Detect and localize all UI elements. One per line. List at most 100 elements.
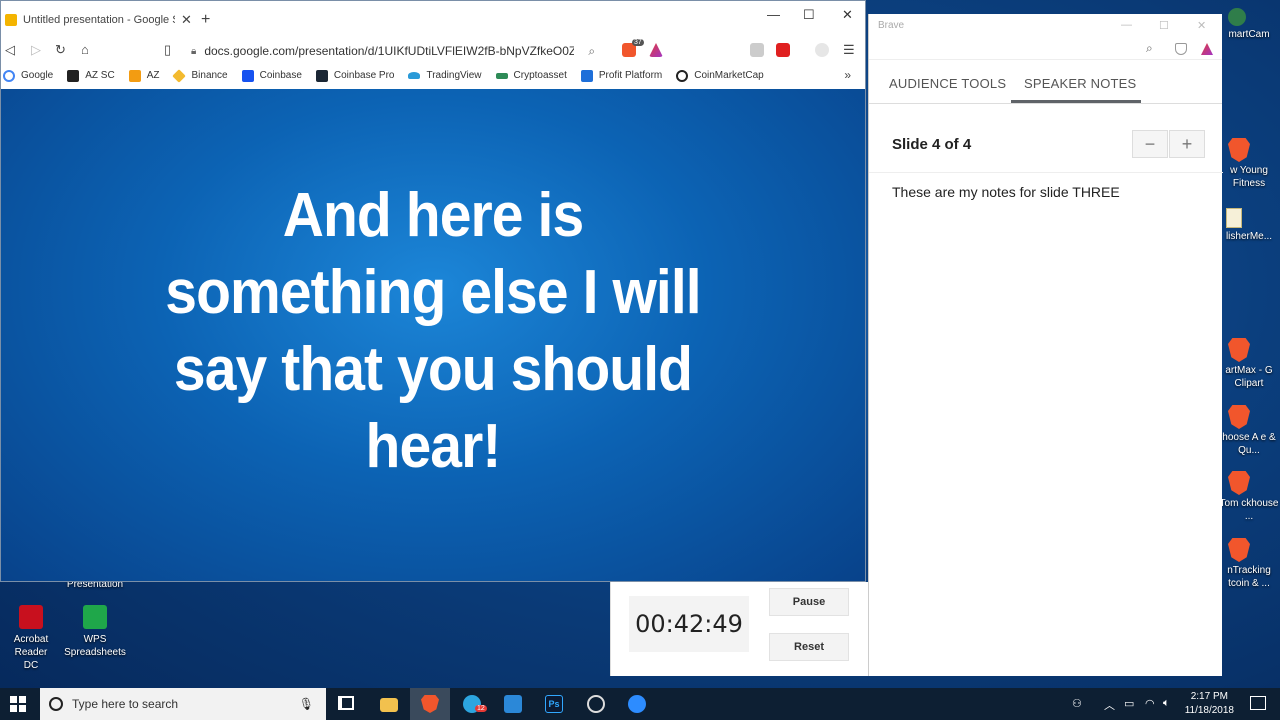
windows-start-icon[interactable] <box>10 696 26 712</box>
app-icon[interactable] <box>504 695 522 713</box>
close-tab-icon[interactable]: ✕ <box>181 12 192 28</box>
amazon-icon <box>67 69 80 82</box>
file-explorer-icon[interactable] <box>380 698 398 712</box>
desktop-icon-choose[interactable]: hoose A e & Qu... <box>1218 405 1280 457</box>
bookmarks-bar: Google AZ SC AZ Binance Coinbase Coinbas… <box>1 63 865 88</box>
desktop-icon-wps[interactable]: WPS Spreadsheets <box>60 605 130 659</box>
slide-count: Slide 4 of 4 <box>892 136 972 153</box>
show-hidden-icons-icon[interactable]: ︿ <box>1104 697 1115 713</box>
youtube-extension-icon[interactable] <box>776 43 790 57</box>
bookmark-coinmarketcap[interactable]: CoinMarketCap <box>676 69 764 82</box>
tab-audience-tools[interactable]: AUDIENCE TOOLS <box>889 76 1006 91</box>
bookmark-profit-platform[interactable]: Profit Platform <box>580 69 662 82</box>
brave-rewards-icon[interactable] <box>1201 43 1213 55</box>
address-bar-row: ◁ ▷ ↻ ⌂ ▯ 🔒︎ docs.google.com/presentatio… <box>1 39 865 63</box>
home-icon[interactable]: ⌂ <box>81 42 89 57</box>
brave-icon <box>1228 338 1250 362</box>
back-icon[interactable]: ◁ <box>5 42 15 58</box>
zoom-app-icon[interactable] <box>628 695 646 713</box>
decrease-font-button[interactable]: − <box>1132 130 1168 158</box>
elapsed-timer: 00:42:49 <box>629 596 749 652</box>
tab-speaker-notes[interactable]: SPEAKER NOTES <box>1024 76 1136 91</box>
reset-button[interactable]: Reset <box>769 633 849 661</box>
obs-icon[interactable] <box>587 695 605 713</box>
speaker-notes-window: Brave — ☐ ✕ ⌕ AUDIENCE TOOLS SPEAKER NOT… <box>868 14 1223 676</box>
maximize-icon[interactable]: ☐ <box>1159 19 1169 32</box>
notifications-icon[interactable] <box>1250 696 1266 710</box>
slide-text: And here is something else I will say th… <box>165 180 701 481</box>
bookmarks-more-icon[interactable]: » <box>844 68 851 82</box>
google-icon <box>3 69 15 82</box>
bookmark-az[interactable]: AZ <box>128 69 159 82</box>
presentation-slide[interactable]: And here is something else I will say th… <box>1 89 865 581</box>
slides-favicon-icon <box>5 14 17 26</box>
taskbar-search-input[interactable]: Type here to search 🎙︎ <box>40 688 326 720</box>
brave-icon <box>1228 538 1250 562</box>
desktop-icon-tracking[interactable]: nTracking tcoin & ... <box>1218 538 1280 590</box>
close-window-icon[interactable]: ✕ <box>1197 19 1206 32</box>
webcam-icon <box>1228 8 1246 26</box>
bookmark-cryptoasset[interactable]: Cryptoasset <box>495 70 567 81</box>
spreadsheet-icon <box>83 605 107 629</box>
bookmark-coinbase-pro[interactable]: Coinbase Pro <box>315 69 394 82</box>
lock-icon: 🔒︎ <box>191 45 197 57</box>
zoom-icon[interactable]: ⌕ <box>588 44 595 59</box>
desktop-icons-right: martCam w Young Fitness lisherMe... artM… <box>1218 0 1280 688</box>
notes-window-title: Brave — ☐ ✕ <box>878 19 1207 32</box>
desktop-icon-publisher[interactable]: lisherMe... <box>1218 208 1280 243</box>
tradingview-icon <box>408 72 421 79</box>
minimize-icon[interactable]: — <box>1121 19 1132 31</box>
brave-icon <box>1228 138 1250 162</box>
active-tab-indicator <box>1011 100 1141 103</box>
wifi-icon[interactable]: ◠ <box>1145 697 1155 710</box>
speaker-notes-text: These are my notes for slide THREE <box>892 184 1120 200</box>
taskbar-clock[interactable]: 2:17 PM 11/18/2018 <box>1185 690 1234 718</box>
binance-icon <box>172 68 187 83</box>
bookmark-binance[interactable]: Binance <box>172 68 228 83</box>
zoom-icon[interactable]: ⌕ <box>1146 41 1153 56</box>
task-view-icon[interactable] <box>338 696 354 710</box>
notes-divider <box>869 172 1223 173</box>
desktop-icon-acrobat[interactable]: Acrobat Reader DC <box>0 605 66 672</box>
url-input[interactable]: 🔒︎ docs.google.com/presentation/d/1UIKfU… <box>191 39 669 63</box>
tab-bar: Untitled presentation - Google Slides ✕ … <box>1 1 865 39</box>
brave-icon <box>1228 405 1250 429</box>
brave-shield-icon[interactable] <box>1175 43 1187 55</box>
pause-button[interactable]: Pause <box>769 588 849 616</box>
desktop-icon-tom[interactable]: Tom ckhouse ... <box>1218 471 1280 523</box>
coinbase-icon <box>241 69 254 82</box>
notes-address-bar[interactable]: ⌕ <box>869 38 1222 60</box>
bookmark-tradingview[interactable]: TradingView <box>408 70 482 81</box>
new-tab-icon[interactable]: + <box>201 11 210 29</box>
document-icon <box>1226 208 1242 228</box>
notes-tabs: AUDIENCE TOOLS SPEAKER NOTES <box>869 60 1222 104</box>
cryptoasset-icon <box>495 72 508 79</box>
bookmark-icon[interactable]: ▯ <box>164 42 171 58</box>
menu-icon[interactable]: ☰ <box>843 42 855 58</box>
presenter-timer-panel: 00:42:49 Pause Reset <box>610 582 868 676</box>
tab-presentation[interactable]: Untitled presentation - Google Slides ✕ <box>1 5 197 35</box>
browser-window: Untitled presentation - Google Slides ✕ … <box>0 0 866 582</box>
reload-icon[interactable]: ↻ <box>55 42 66 58</box>
bookmark-az-sc[interactable]: AZ SC <box>67 69 115 82</box>
desktop-icon-martcam[interactable]: martCam <box>1218 8 1280 41</box>
extension-icon[interactable] <box>750 43 764 57</box>
microphone-icon[interactable]: 🎙︎ <box>299 697 314 711</box>
volume-icon[interactable]: 🔈︎ <box>1163 697 1170 710</box>
increase-font-button[interactable]: + <box>1169 130 1205 158</box>
cortana-icon <box>49 697 63 711</box>
bookmark-coinbase[interactable]: Coinbase <box>241 69 302 82</box>
bookmark-google[interactable]: Google <box>3 69 53 82</box>
acrobat-icon <box>19 605 43 629</box>
profile-icon[interactable] <box>815 43 829 57</box>
minimize-icon[interactable]: — <box>767 7 780 22</box>
maximize-icon[interactable]: ☐ <box>803 7 815 23</box>
taskbar: Type here to search 🎙︎ 12 Ps ⚇ ︿ ▭ ◠ 🔈︎ … <box>0 688 1280 720</box>
photoshop-icon[interactable]: Ps <box>545 695 563 713</box>
desktop-icon-young-fitness[interactable]: w Young Fitness <box>1218 138 1280 190</box>
desktop-icon-smartmax[interactable]: artMax - G Clipart <box>1218 338 1280 390</box>
close-window-icon[interactable]: ✕ <box>842 7 853 23</box>
battery-icon[interactable]: ▭ <box>1124 697 1134 710</box>
people-icon[interactable]: ⚇ <box>1072 697 1082 710</box>
forward-icon[interactable]: ▷ <box>31 42 41 58</box>
